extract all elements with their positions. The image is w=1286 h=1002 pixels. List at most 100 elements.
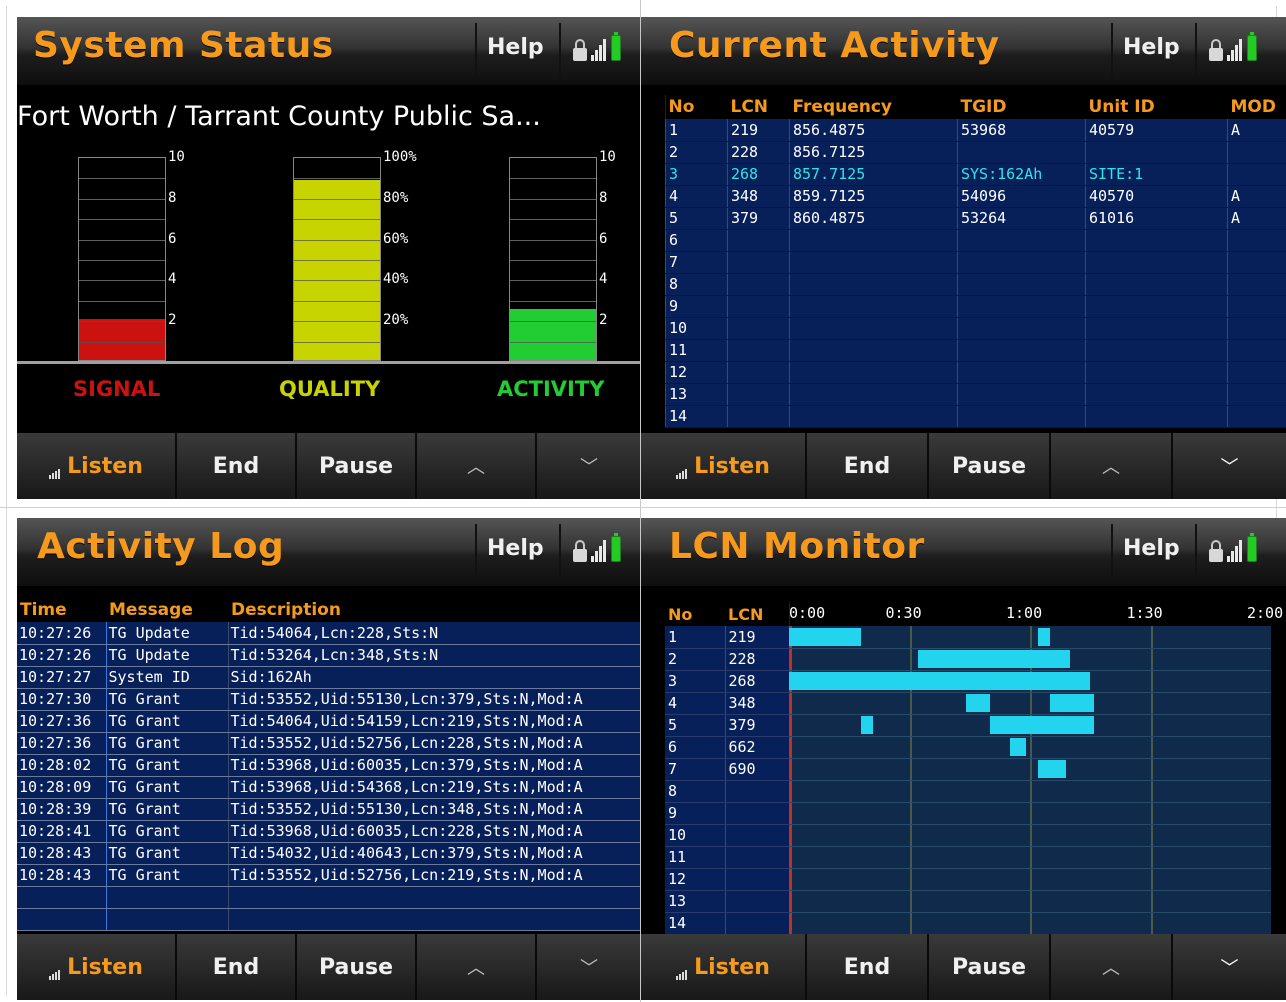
signal-bars-icon bbox=[591, 39, 607, 61]
activity-segment bbox=[1009, 738, 1026, 756]
table-row[interactable]: 14 bbox=[665, 405, 1286, 428]
table-row[interactable]: 9 bbox=[665, 295, 1286, 318]
table-row[interactable]: 10:27:30 TG Grant Tid:53552,Uid:55130,Lcn:… bbox=[17, 688, 641, 711]
listen-button[interactable]: Listen bbox=[641, 433, 807, 499]
table-cell bbox=[727, 229, 790, 252]
end-button[interactable]: End bbox=[807, 433, 929, 499]
listen-button[interactable]: Listen bbox=[17, 433, 177, 499]
table-cell bbox=[1227, 405, 1286, 428]
table-row[interactable]: 10:28:43 TG Grant Tid:54032,Uid:40643,Lcn:… bbox=[17, 842, 641, 865]
table-row[interactable]: 10 bbox=[665, 824, 790, 847]
table-cell bbox=[1227, 383, 1286, 406]
table-row[interactable]: 6 662 bbox=[665, 736, 790, 759]
table-cell: 12 bbox=[665, 361, 728, 384]
table-row[interactable]: 10:28:41 TG Grant Tid:53968,Uid:60035,Lcn:… bbox=[17, 820, 641, 843]
table-row[interactable]: 1 219 bbox=[665, 626, 790, 649]
chevron-up-icon: ︿ bbox=[1102, 457, 1120, 478]
help-button[interactable]: Help bbox=[1123, 35, 1180, 60]
table-row[interactable]: 12 bbox=[665, 361, 1286, 384]
table-cell: 14 bbox=[665, 405, 728, 428]
table-row[interactable]: 4 348 bbox=[665, 692, 790, 715]
table-row[interactable]: 10:27:36 TG Grant Tid:53552,Uid:52756,Lcn:… bbox=[17, 732, 641, 755]
table-row[interactable]: 5 379 860.4875 53264 61016 A bbox=[665, 207, 1286, 230]
table-cell: 9 bbox=[665, 295, 728, 318]
column-header: Description bbox=[228, 598, 641, 622]
table-row[interactable]: 13 bbox=[665, 890, 790, 913]
table-row[interactable]: 10:27:26 TG Update Tid:54064,Lcn:228,Sts:N bbox=[17, 622, 641, 645]
table-row[interactable] bbox=[17, 908, 641, 931]
table-cell: 856.7125 bbox=[789, 141, 958, 164]
table-row[interactable]: 10:28:43 TG Grant Tid:53552,Uid:52756,Lcn:… bbox=[17, 864, 641, 887]
table-row[interactable]: 4 348 859.7125 54096 40570 A bbox=[665, 185, 1286, 208]
table-cell bbox=[957, 229, 1086, 252]
table-row[interactable]: 10:28:09 TG Grant Tid:53968,Uid:54368,Lcn:… bbox=[17, 776, 641, 799]
table-row[interactable]: 10:28:02 TG Grant Tid:53968,Uid:60035,Lcn:… bbox=[17, 754, 641, 777]
table-row[interactable]: 11 bbox=[665, 339, 1286, 362]
scroll-down-button[interactable]: ﹀ bbox=[1173, 433, 1286, 499]
help-button[interactable]: Help bbox=[487, 536, 544, 561]
end-button[interactable]: End bbox=[807, 934, 929, 1000]
table-row[interactable]: 7 bbox=[665, 251, 1286, 274]
table-row[interactable]: 10:27:26 TG Update Tid:53264,Lcn:348,Sts:N bbox=[17, 644, 641, 667]
signal-label: SIGNAL bbox=[73, 377, 161, 401]
table-cell: 54096 bbox=[957, 185, 1086, 208]
help-button[interactable]: Help bbox=[1123, 536, 1180, 561]
table-cell: TG Update bbox=[106, 644, 229, 667]
table-row[interactable]: 10:27:27 System ID Sid:162Ah bbox=[17, 666, 641, 689]
scroll-up-button[interactable]: ︿ bbox=[417, 934, 537, 1000]
table-row[interactable]: 13 bbox=[665, 383, 1286, 406]
column-header: Time bbox=[17, 598, 106, 622]
scroll-down-button[interactable]: ﹀ bbox=[537, 433, 641, 499]
table-row[interactable]: 7 690 bbox=[665, 758, 790, 781]
signal-bars-icon bbox=[1227, 540, 1243, 562]
listen-button[interactable]: Listen bbox=[17, 934, 177, 1000]
battery-icon bbox=[611, 32, 621, 61]
table-row[interactable]: 5 379 bbox=[665, 714, 790, 737]
gauge-gridline bbox=[79, 341, 165, 343]
column-header: No bbox=[665, 602, 725, 626]
pause-button[interactable]: Pause bbox=[297, 934, 417, 1000]
table-row[interactable]: 9 bbox=[665, 802, 790, 825]
scroll-up-button[interactable]: ︿ bbox=[1051, 934, 1173, 1000]
table-row[interactable]: 10 bbox=[665, 317, 1286, 340]
pause-button[interactable]: Pause bbox=[297, 433, 417, 499]
table-row[interactable]: 8 bbox=[665, 780, 790, 803]
table-cell: 228 bbox=[727, 141, 790, 164]
table-cell bbox=[228, 886, 641, 909]
table-row[interactable]: 8 bbox=[665, 273, 1286, 296]
table-row[interactable]: 10:27:36 TG Grant Tid:54064,Uid:54159,Lcn:… bbox=[17, 710, 641, 733]
table-cell bbox=[957, 405, 1086, 428]
table-cell bbox=[727, 405, 790, 428]
table-row[interactable]: 10:28:39 TG Grant Tid:53552,Uid:55130,Lcn:… bbox=[17, 798, 641, 821]
lock-icon bbox=[573, 39, 587, 61]
table-cell: Tid:53552,Uid:55130,Lcn:348,Sts:N,Mod:A bbox=[228, 798, 641, 821]
table-cell bbox=[1085, 273, 1228, 296]
table-cell bbox=[957, 295, 1086, 318]
end-button[interactable]: End bbox=[177, 433, 297, 499]
table-row[interactable]: 3 268 857.7125 SYS:162Ah SITE:1 bbox=[665, 163, 1286, 186]
table-cell bbox=[957, 251, 1086, 274]
scroll-down-button[interactable]: ﹀ bbox=[1173, 934, 1286, 1000]
table-row[interactable] bbox=[17, 886, 641, 909]
table-cell bbox=[1085, 405, 1228, 428]
pause-button[interactable]: Pause bbox=[929, 433, 1051, 499]
listen-button[interactable]: Listen bbox=[641, 934, 807, 1000]
table-row[interactable]: 14 bbox=[665, 912, 790, 935]
table-cell: 11 bbox=[665, 846, 726, 869]
table-cell: 10:27:36 bbox=[17, 732, 107, 755]
scroll-up-button[interactable]: ︿ bbox=[417, 433, 537, 499]
table-row[interactable]: 2 228 bbox=[665, 648, 790, 671]
table-row[interactable]: 3 268 bbox=[665, 670, 790, 693]
help-button[interactable]: Help bbox=[487, 35, 544, 60]
table-row[interactable]: 2 228 856.7125 bbox=[665, 141, 1286, 164]
scroll-up-button[interactable]: ︿ bbox=[1051, 433, 1173, 499]
table-row[interactable]: 6 bbox=[665, 229, 1286, 252]
table-row[interactable]: 1 219 856.4875 53968 40579 A bbox=[665, 119, 1286, 142]
table-row[interactable]: 11 bbox=[665, 846, 790, 869]
column-header: LCN bbox=[727, 95, 790, 119]
table-cell: 13 bbox=[665, 890, 726, 913]
table-row[interactable]: 12 bbox=[665, 868, 790, 891]
scroll-down-button[interactable]: ﹀ bbox=[537, 934, 641, 1000]
pause-button[interactable]: Pause bbox=[929, 934, 1051, 1000]
end-button[interactable]: End bbox=[177, 934, 297, 1000]
